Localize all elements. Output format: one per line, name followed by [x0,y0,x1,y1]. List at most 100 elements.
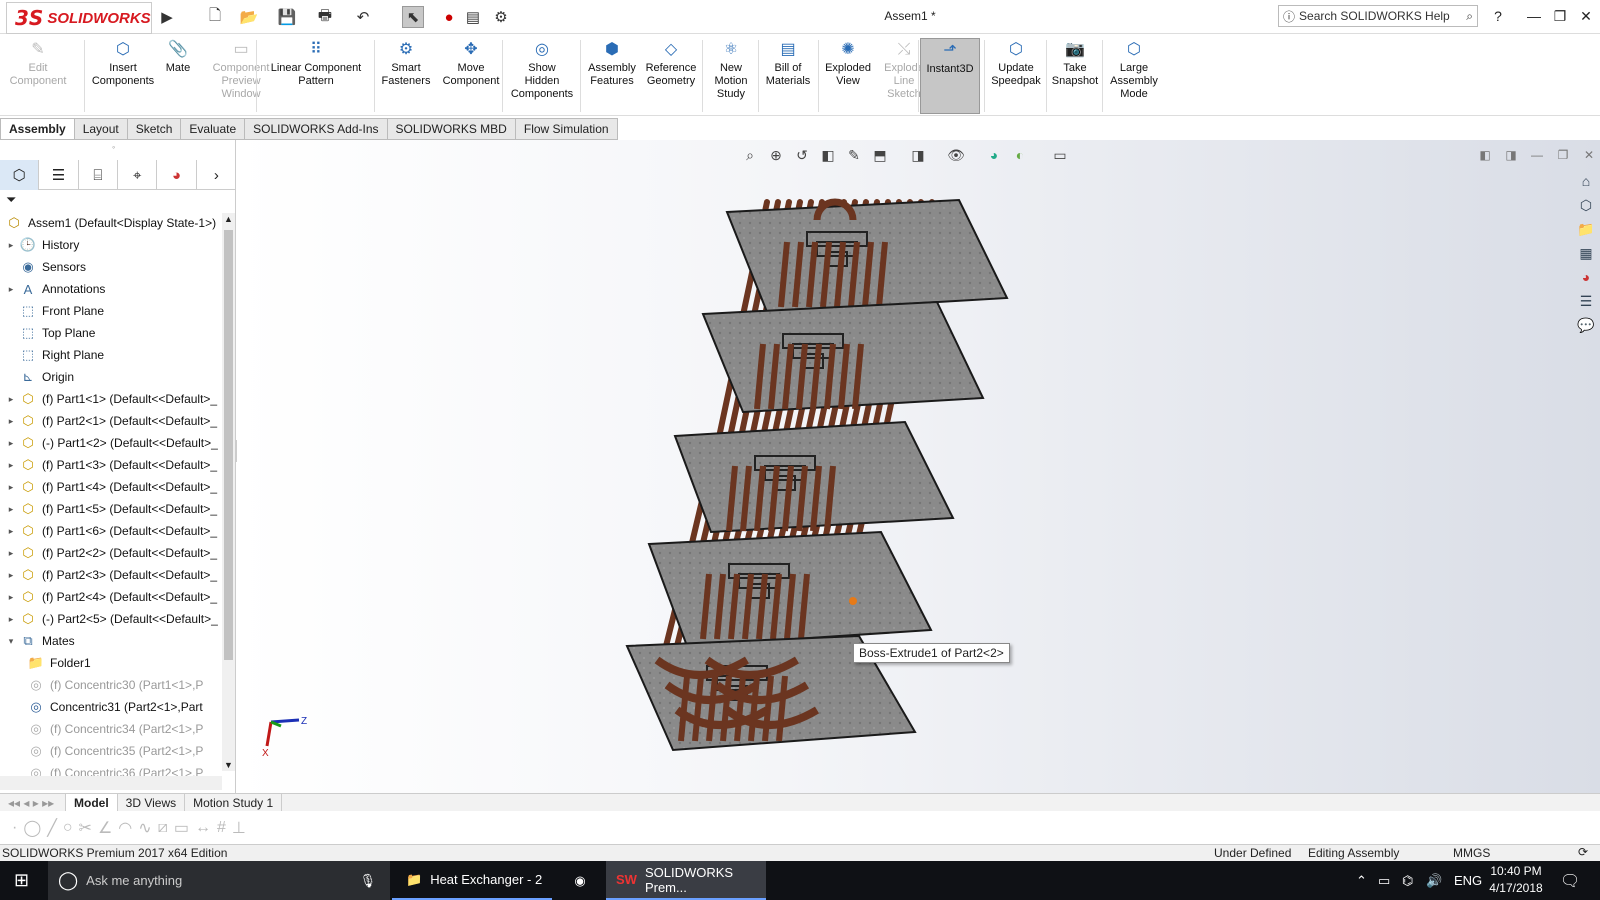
expand-toggle-icon[interactable]: ▸ [4,460,18,471]
custom-properties-icon[interactable]: ☰ [1575,290,1597,312]
tree-item[interactable]: ▸ ⬡ (f) Part1<3> (Default<<Default>_ [4,454,222,476]
cmd-speedpak-button[interactable]: ⬡ Update Speedpak [986,38,1046,114]
battery-icon[interactable]: ▭ [1378,861,1390,900]
bottom-tab-model[interactable]: Model [66,794,118,812]
heat-exchanger-model[interactable] [237,140,1600,793]
tab-evaluate[interactable]: Evaluate [181,118,246,140]
restore-icon[interactable]: ❐ [1548,6,1572,26]
clock[interactable]: 10:40 PM 4/17/2018 [1486,863,1546,897]
tab-layout[interactable]: Layout [74,118,128,140]
trim-icon[interactable]: ✂ [79,818,92,838]
tree-item[interactable]: ◉ Sensors [4,256,222,278]
tree-item[interactable]: ▸ 🕒 History [4,234,222,256]
taskbar-app-explorer[interactable]: 📁 Heat Exchanger - 2 [392,861,552,900]
action-center-icon[interactable]: 🗨 [1560,861,1580,900]
expand-toggle-icon[interactable]: ▸ [4,438,18,449]
tree-item[interactable]: ▸ ⬡ (-) Part1<2> (Default<<Default>_ [4,432,222,454]
graphics-area[interactable]: ⌕ ⊕ ↺ ◧ ✎ ⬒ ◨ 👁 ◕ ◐ ▭ ◧ ◨ — ❐ ✕ Z X [237,140,1600,793]
tree-item[interactable]: ▸ ⬡ (f) Part1<4> (Default<<Default>_ [4,476,222,498]
tree-item[interactable]: ▸ ⬡ (f) Part2<2> (Default<<Default>_ [4,542,222,564]
rebuild-status-icon[interactable]: ⟳ [1578,845,1588,859]
expand-toggle-icon[interactable]: ▸ [4,548,18,559]
save-icon[interactable]: 💾 [276,6,298,28]
forum-icon[interactable]: 💬 [1575,314,1597,336]
tray-expand-icon[interactable]: ⌃ [1356,861,1367,900]
tree-item[interactable]: ⬚ Right Plane [4,344,222,366]
cmd-insert-components-button[interactable]: ⬡ Insert Components [88,38,158,114]
view-palette-icon[interactable]: ▦ [1575,242,1597,264]
tree-item[interactable]: ▾ ⧉ Mates [4,630,222,652]
expand-toggle-icon[interactable]: ▸ [4,592,18,603]
file-properties-icon[interactable]: ▤ [462,6,484,28]
chrome-icon[interactable]: ◉ [560,861,600,900]
tab-solidworks-add-ins[interactable]: SOLIDWORKS Add-Ins [245,118,388,140]
expand-toggle-icon[interactable]: ▸ [4,526,18,537]
expand-toggle-icon[interactable]: ▸ [4,482,18,493]
property-manager-tab-icon[interactable]: ☰ [39,160,79,190]
mate-item[interactable]: ◎ (f) Concentric30 (Part1<1>,P [4,674,222,696]
tree-root[interactable]: ⬡ Assem1 (Default<Display State-1>) [4,212,222,234]
relation-icon[interactable]: ⊥ [232,818,246,838]
tab-assembly[interactable]: Assembly [0,118,75,140]
mate-item[interactable]: 📁 Folder1 [4,652,222,674]
tab-sketch[interactable]: Sketch [127,118,182,140]
bottom-tab-motion-study-1[interactable]: Motion Study 1 [185,794,283,812]
circle-alt-icon[interactable]: ○ [63,819,73,837]
circle-icon[interactable]: ◯ [23,818,41,838]
tab-solidworks-mbd[interactable]: SOLIDWORKS MBD [387,118,516,140]
expand-toggle-icon[interactable]: ▸ [4,240,18,251]
appearances-icon[interactable]: ◕ [1575,266,1597,288]
cmd-reference-geometry-button[interactable]: ◇ Reference Geometry [640,38,702,114]
tree-item[interactable]: ▸ ⬡ (f) Part2<1> (Default<<Default>_ [4,410,222,432]
cmd-snapshot-button[interactable]: 📷 Take Snapshot [1048,38,1102,114]
mate-item[interactable]: ◎ Concentric31 (Part2<1>,Part [4,696,222,718]
tree-item[interactable]: ▸ ⬡ (-) Part2<5> (Default<<Default>_ [4,608,222,630]
tree-item[interactable]: ⬚ Top Plane [4,322,222,344]
dimension-icon[interactable]: ↔ [195,819,211,837]
tree-item[interactable]: ⬚ Front Plane [4,300,222,322]
solidworks-logo[interactable]: 3S SOLIDWORKS [6,2,152,34]
cmd-mate-button[interactable]: 📎 Mate [156,38,200,114]
expand-toggle-icon[interactable]: ▸ [4,284,18,295]
panel-grip-icon[interactable]: ◦ [112,142,115,152]
feature-manager-tab-icon[interactable]: ⬡ [0,160,40,190]
grid-icon[interactable]: # [217,819,226,837]
tree-item[interactable]: ▸ A Annotations [4,278,222,300]
bottom-tab-3d-views[interactable]: 3D Views [118,794,186,812]
point-icon[interactable]: · [12,819,17,837]
display-manager-tab-icon[interactable]: ◕ [157,160,197,190]
expand-toggle-icon[interactable]: ▸ [4,614,18,625]
scroll-down-icon[interactable]: ▼ [224,760,233,770]
network-icon[interactable]: ⌬ [1402,861,1413,900]
design-library-icon[interactable]: ⬡ [1575,194,1597,216]
undo-icon[interactable]: ↶ [352,6,374,28]
expand-toggle-icon[interactable]: ▸ [4,416,18,427]
cmd-assembly-features-button[interactable]: ⬢ Assembly Features [582,38,642,114]
configuration-manager-tab-icon[interactable]: ⌸ [79,160,119,190]
minimize-icon[interactable]: — [1522,6,1546,26]
spline-icon[interactable]: ∿ [138,818,151,838]
cortana-search[interactable]: ◯ Ask me anything 🎙 [48,861,390,900]
rebuild-icon[interactable]: ● [438,6,460,28]
tabs-more-icon[interactable]: › [197,160,236,190]
close-icon[interactable]: ✕ [1574,6,1598,26]
cmd-show-hidden-button[interactable]: ◎ Show Hidden Components [504,38,580,114]
help-menu-button[interactable]: ? [1486,6,1510,26]
menu-expand-icon[interactable]: ▶ [156,6,178,28]
angle-icon[interactable]: ∠ [98,818,112,838]
expand-toggle-icon[interactable]: ▸ [4,504,18,515]
units-selector[interactable]: MMGS [1453,846,1490,860]
filter-icon[interactable]: ⏷ [6,192,16,208]
select-icon[interactable]: ⬉ [402,6,424,28]
new-icon[interactable]: 🗋 [204,6,226,28]
taskbar-app-solidworks[interactable]: SW SOLIDWORKS Prem... [606,861,766,900]
home-icon[interactable]: ⌂ [1575,170,1597,192]
tree-item[interactable]: ▸ ⬡ (f) Part2<3> (Default<<Default>_ [4,564,222,586]
expand-toggle-icon[interactable]: ▸ [4,570,18,581]
dimxpert-tab-icon[interactable]: ⌖ [118,160,158,190]
file-explorer-icon[interactable]: 📁 [1575,218,1597,240]
windows-start-icon[interactable]: ⊞ [14,861,29,900]
scroll-up-icon[interactable]: ▲ [224,214,233,224]
tree-item[interactable]: ▸ ⬡ (f) Part1<6> (Default<<Default>_ [4,520,222,542]
options-icon[interactable]: ⚙ [490,6,512,28]
